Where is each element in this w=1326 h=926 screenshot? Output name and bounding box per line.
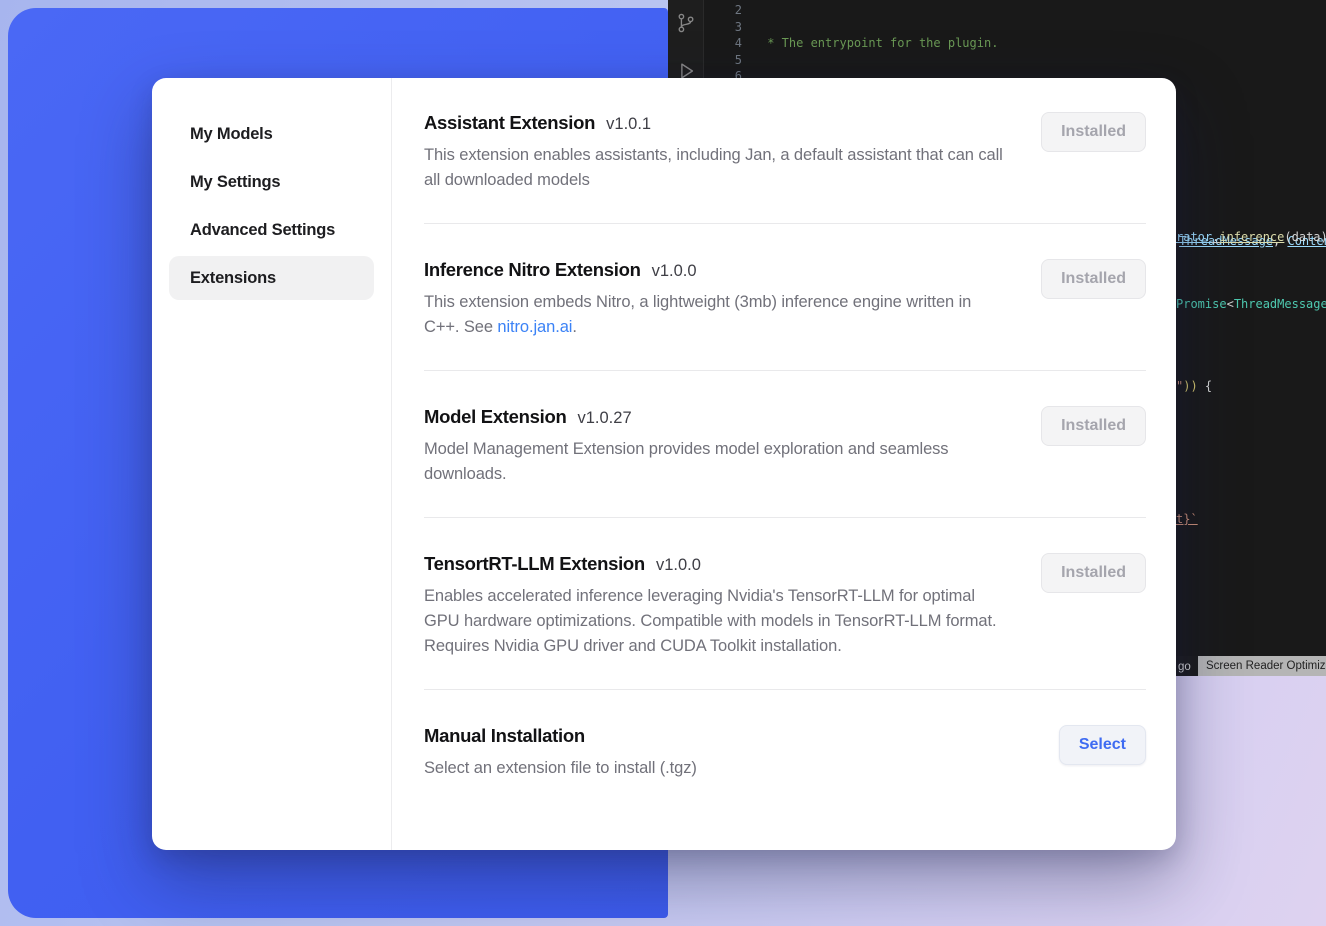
extension-version: v1.0.1 (606, 115, 651, 134)
settings-sidebar: My Models My Settings Advanced Settings … (152, 78, 392, 850)
code-fragment: Promise<ThreadMessage> (1176, 296, 1326, 312)
extension-row-tensorrt-llm: TensortRT-LLM Extension v1.0.0 Enables a… (424, 518, 1146, 690)
select-file-button[interactable]: Select (1059, 725, 1146, 765)
extension-description: This extension enables assistants, inclu… (424, 143, 1004, 193)
code-fragment: rator.inference(data)); (1176, 229, 1326, 245)
extension-description: Model Management Extension provides mode… (424, 437, 1004, 487)
extension-row-assistant: Assistant Extension v1.0.1 This extensio… (424, 112, 1146, 224)
extension-version: v1.0.0 (652, 262, 697, 281)
screen-reader-status-badge[interactable]: Screen Reader Optimize (1198, 656, 1326, 676)
manual-installation-title: Manual Installation (424, 725, 585, 747)
code-comment-line: * The entrypoint for the plugin. (760, 35, 1326, 52)
desktop-background: 2 3 4 5 6 * The entrypoint for the plugi… (0, 0, 1326, 926)
installed-button[interactable]: Installed (1041, 259, 1146, 299)
extension-name: Model Extension (424, 406, 567, 428)
extension-row-model: Model Extension v1.0.27 Model Management… (424, 371, 1146, 518)
extension-description: This extension embeds Nitro, a lightweig… (424, 290, 1004, 340)
status-language-item[interactable]: go (1178, 661, 1191, 673)
extension-name: Inference Nitro Extension (424, 259, 641, 281)
line-numbers: 2 3 4 5 6 (724, 2, 742, 85)
manual-installation-description: Select an extension file to install (.tg… (424, 756, 1004, 781)
source-control-icon[interactable] (675, 12, 697, 34)
sidebar-item-my-models[interactable]: My Models (169, 112, 374, 156)
extension-version: v1.0.0 (656, 556, 701, 575)
sidebar-item-advanced-settings[interactable]: Advanced Settings (169, 208, 374, 252)
installed-button[interactable]: Installed (1041, 112, 1146, 152)
extension-row-inference-nitro: Inference Nitro Extension v1.0.0 This ex… (424, 224, 1146, 371)
extension-name: Assistant Extension (424, 112, 595, 134)
extension-description: Enables accelerated inference leveraging… (424, 584, 1004, 659)
extension-name: TensortRT-LLM Extension (424, 553, 645, 575)
code-fragment: ")) { (1176, 378, 1212, 394)
manual-installation-row: Manual Installation Select an extension … (424, 690, 1146, 811)
sidebar-item-extensions[interactable]: Extensions (169, 256, 374, 300)
installed-button[interactable]: Installed (1041, 553, 1146, 593)
extension-version: v1.0.27 (578, 409, 632, 428)
code-fragment: t}` (1176, 511, 1198, 527)
installed-button[interactable]: Installed (1041, 406, 1146, 446)
nitro-jan-ai-link[interactable]: nitro.jan.ai (497, 318, 572, 336)
extensions-panel: Assistant Extension v1.0.1 This extensio… (392, 78, 1176, 850)
sidebar-item-my-settings[interactable]: My Settings (169, 160, 374, 204)
settings-modal: My Models My Settings Advanced Settings … (152, 78, 1176, 850)
